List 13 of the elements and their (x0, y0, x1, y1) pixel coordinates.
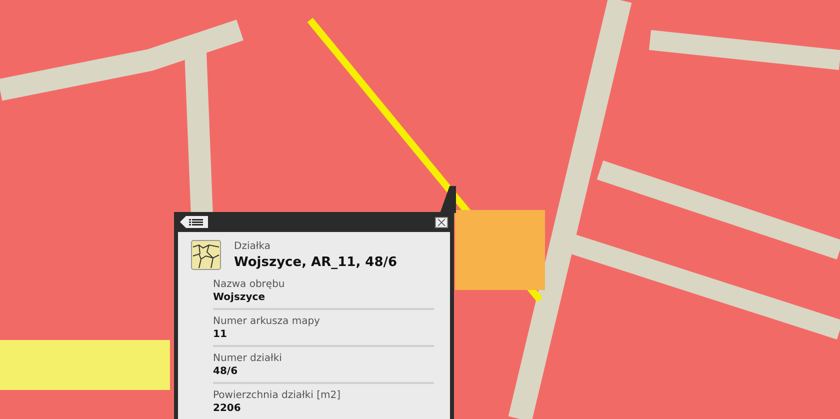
field-value: 48/6 (213, 365, 239, 378)
field-label: Nazwa obrębu (213, 278, 286, 291)
field-label: Numer działki (213, 352, 283, 365)
field-label: Numer arkusza mapy (213, 315, 321, 328)
field-value: 2206 (213, 402, 242, 415)
field-value: 11 (213, 328, 228, 341)
list-icon[interactable] (180, 216, 210, 228)
field-value: Wojszyce (213, 291, 266, 304)
field-label: Powierzchnia działki [m2] (213, 389, 342, 402)
parcel-category: Działka (234, 240, 272, 254)
parcel-title: Wojszyce, AR_11, 48/6 (234, 254, 398, 271)
parcel-map-icon (191, 240, 221, 270)
close-button[interactable] (435, 216, 448, 228)
